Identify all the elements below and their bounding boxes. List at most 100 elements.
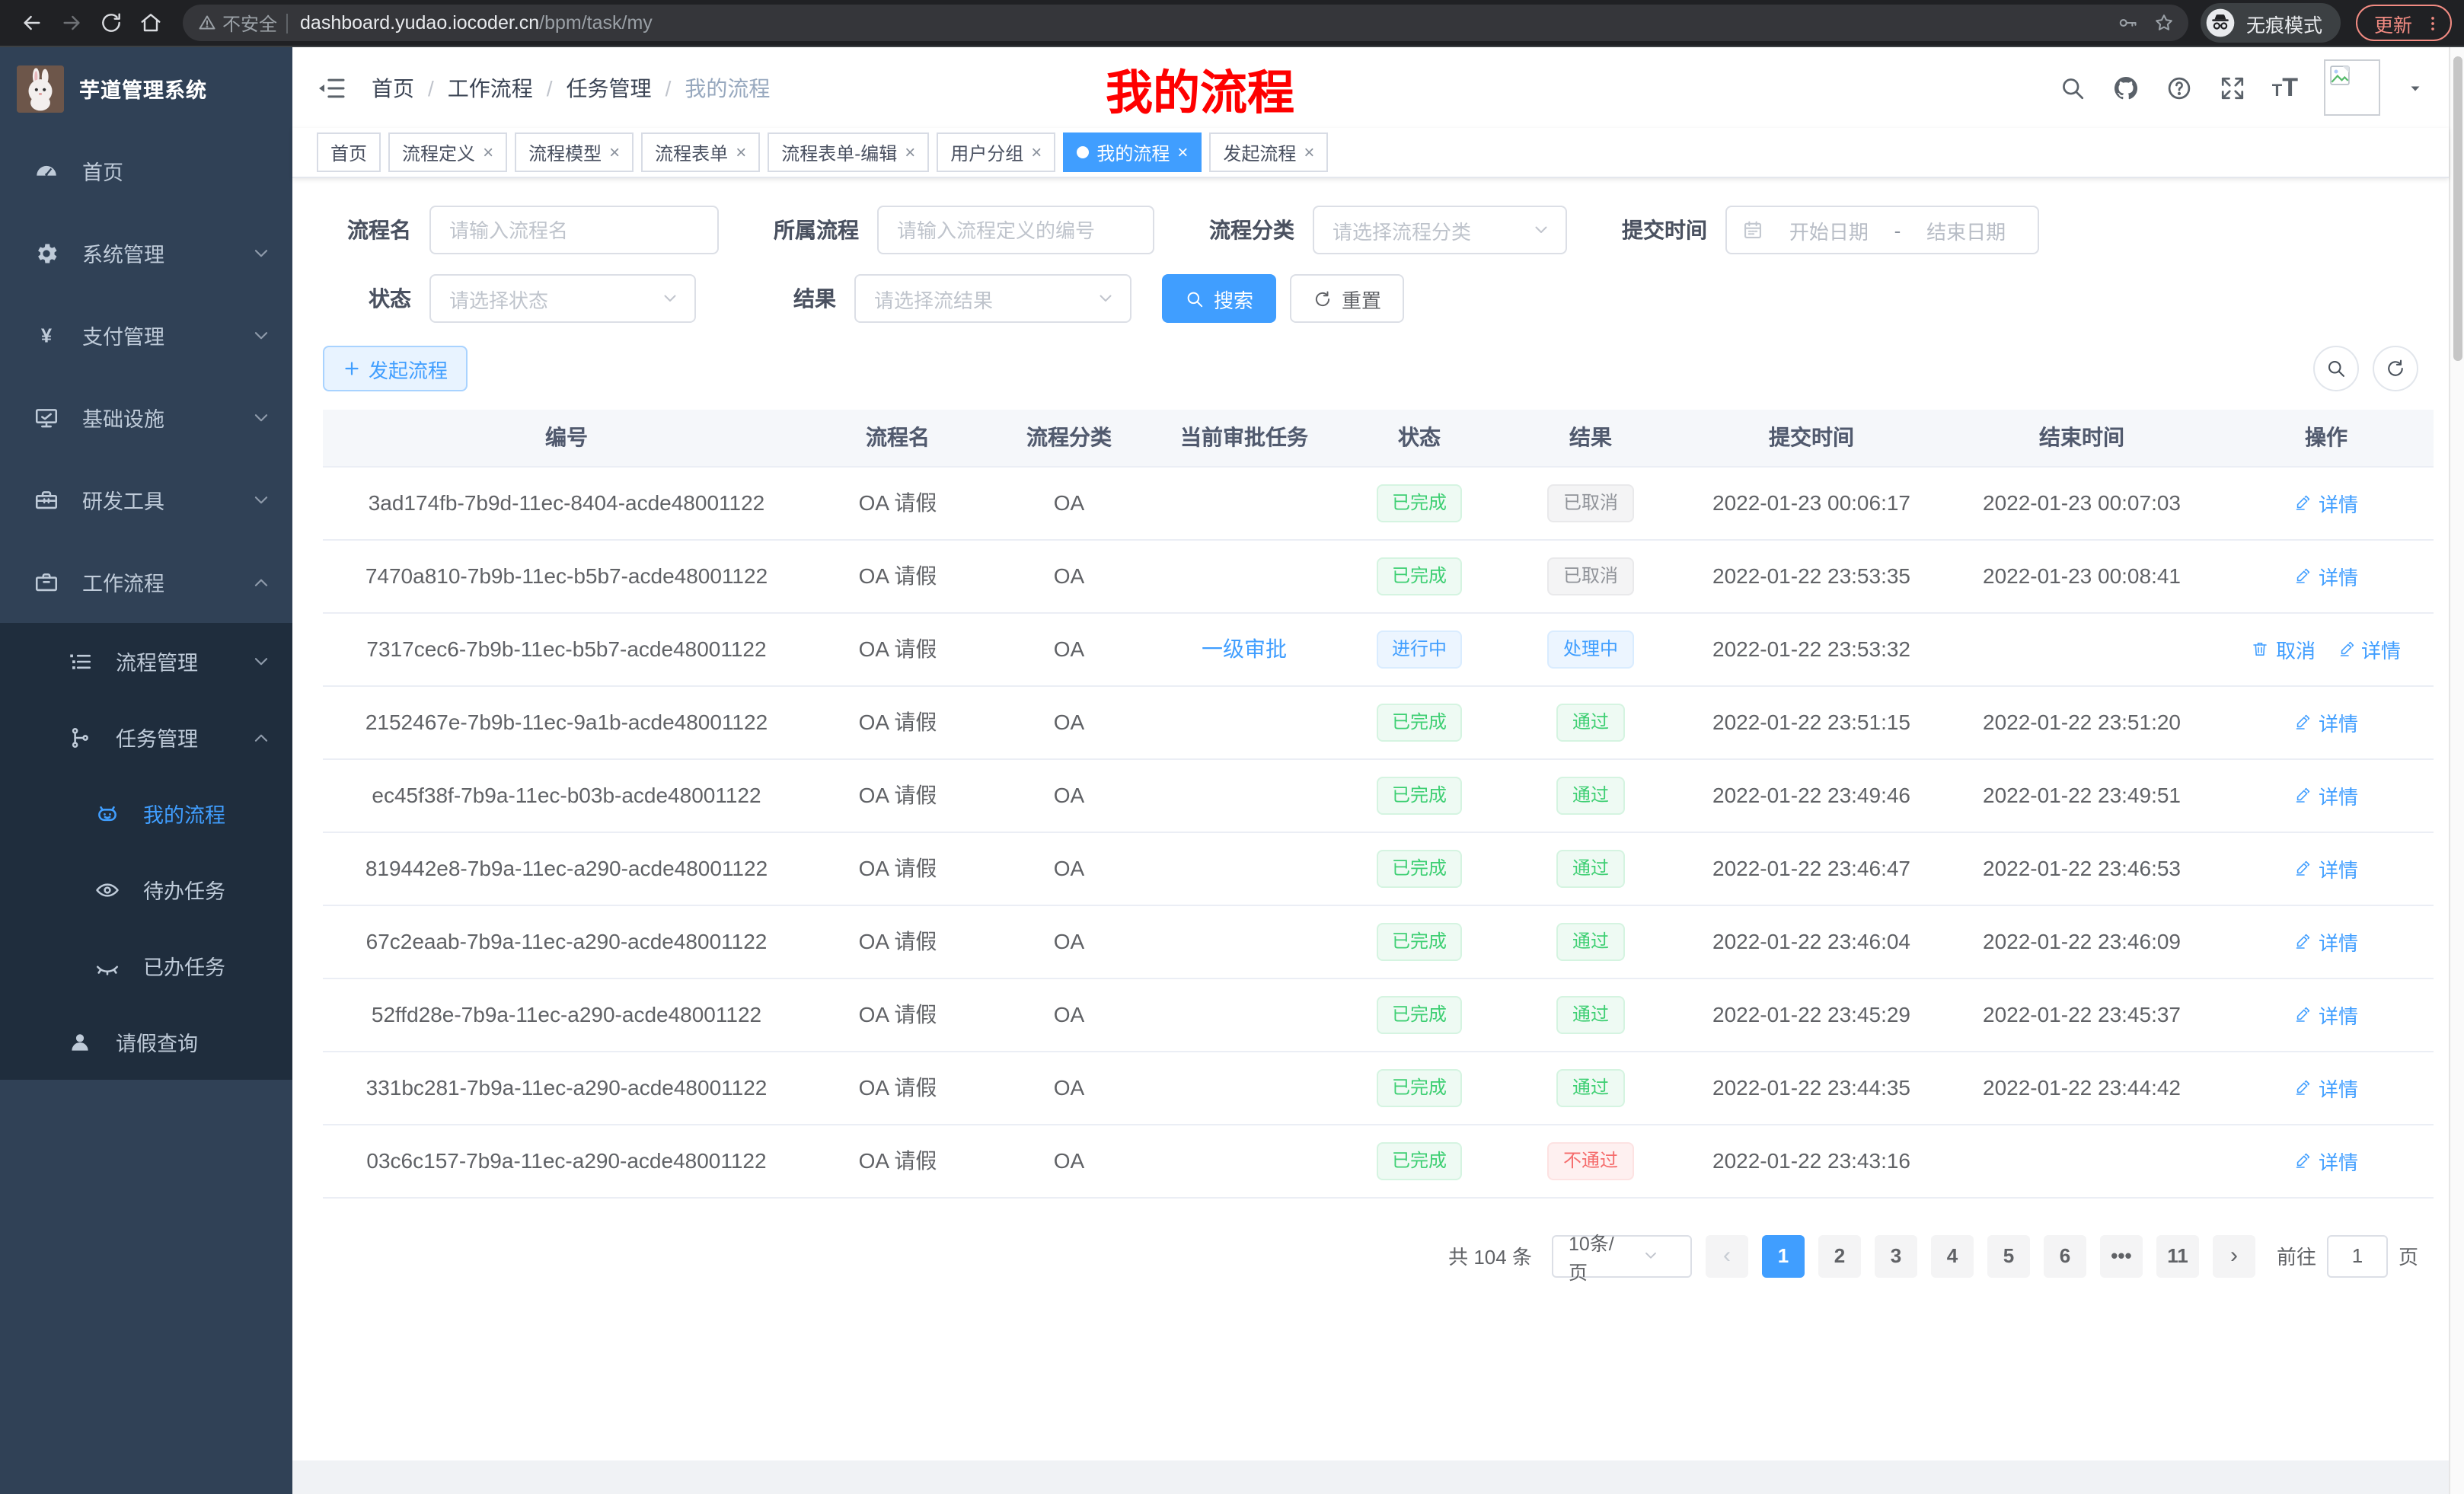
detail-action-link[interactable]: 详情 xyxy=(2294,488,2358,517)
broken-image-icon xyxy=(2328,64,2351,87)
detail-action-link[interactable]: 详情 xyxy=(2337,634,2401,663)
sidebar-item-我的流程[interactable]: 我的流程 xyxy=(0,775,292,851)
sidebar-item-请假查询[interactable]: 请假查询 xyxy=(0,1004,292,1080)
page-button-2[interactable]: 2 xyxy=(1818,1234,1861,1277)
sidebar-item-支付管理[interactable]: ¥支付管理 xyxy=(0,294,292,376)
page-size-select[interactable]: 10条/页 xyxy=(1552,1234,1692,1277)
tab-流程表单-编辑[interactable]: 流程表单-编辑× xyxy=(768,132,929,172)
browser-update-button[interactable]: 更新 xyxy=(2356,5,2452,41)
sidebar-item-流程管理[interactable]: 流程管理 xyxy=(0,623,292,699)
sidebar-item-系统管理[interactable]: 系统管理 xyxy=(0,212,292,294)
breadcrumb-item[interactable]: 任务管理 xyxy=(567,72,652,103)
goto-page-input[interactable] xyxy=(2327,1234,2388,1277)
close-tab-icon[interactable]: × xyxy=(905,143,915,161)
tab-流程定义[interactable]: 流程定义× xyxy=(388,132,507,172)
search-icon[interactable] xyxy=(2059,74,2086,101)
page-button-5[interactable]: 5 xyxy=(1987,1234,2030,1277)
close-tab-icon[interactable]: × xyxy=(1304,143,1314,161)
browser-back-icon[interactable] xyxy=(12,3,52,43)
app-logo-row[interactable]: 芋道管理系统 xyxy=(0,47,292,129)
detail-action-link[interactable]: 详情 xyxy=(2294,927,2358,956)
cell-current-task xyxy=(1153,1124,1336,1197)
cell-status: 已完成 xyxy=(1336,1124,1503,1197)
tab-用户分组[interactable]: 用户分组 × xyxy=(937,132,1055,172)
page-button-4[interactable]: 4 xyxy=(1931,1234,1974,1277)
close-tab-icon[interactable]: × xyxy=(483,143,493,161)
password-key-icon[interactable] xyxy=(2109,5,2146,41)
prev-page-button[interactable]: ‹ xyxy=(1706,1234,1748,1277)
submit-time-range[interactable]: 开始日期 - 结束日期 xyxy=(1725,206,2039,254)
avatar[interactable] xyxy=(2324,59,2380,116)
chevron-down-icon xyxy=(251,325,271,345)
page-button-3[interactable]: 3 xyxy=(1875,1234,1917,1277)
cancel-action-link[interactable]: 取消 xyxy=(2252,634,2316,663)
close-tab-icon[interactable]: × xyxy=(736,143,746,161)
detail-action-link[interactable]: 详情 xyxy=(2294,854,2358,883)
browser-reload-icon[interactable] xyxy=(91,3,131,43)
sidebar-item-研发工具[interactable]: 研发工具 xyxy=(0,458,292,541)
close-tab-icon[interactable]: × xyxy=(609,143,620,161)
github-icon[interactable] xyxy=(2112,74,2140,101)
table-row: 52ffd28e-7b9a-11ec-a290-acde48001122OA 请… xyxy=(323,978,2434,1051)
sidebar-item-基础设施[interactable]: 基础设施 xyxy=(0,376,292,458)
row-actions: 详情 xyxy=(2284,931,2369,955)
close-tab-icon[interactable]: × xyxy=(1177,143,1188,161)
action-label: 详情 xyxy=(2361,634,2401,663)
category-select[interactable]: 请选择流程分类 xyxy=(1313,206,1567,254)
tab-首页[interactable]: 首页 xyxy=(317,132,381,172)
page-button-11[interactable]: 11 xyxy=(2156,1234,2199,1277)
bookmark-star-icon[interactable] xyxy=(2146,5,2182,41)
scrollbar-thumb[interactable] xyxy=(2453,56,2462,361)
tab-我的流程[interactable]: 我的流程 × xyxy=(1063,132,1202,172)
detail-action-link[interactable]: 详情 xyxy=(2294,1073,2358,1102)
not-secure-icon[interactable] xyxy=(198,14,216,32)
avatar-caret-down-icon[interactable] xyxy=(2406,78,2424,97)
tab-label: 流程模型 xyxy=(528,139,602,165)
current-task-link[interactable]: 一级审批 xyxy=(1202,637,1287,661)
sidebar-item-工作流程[interactable]: 工作流程 xyxy=(0,541,292,623)
page-button-6[interactable]: 6 xyxy=(2044,1234,2086,1277)
sidebar-collapse-icon[interactable] xyxy=(317,72,347,103)
tab-流程模型[interactable]: 流程模型 × xyxy=(515,132,634,172)
tab-label: 用户分组 xyxy=(950,139,1023,165)
close-tab-icon[interactable]: × xyxy=(1031,143,1042,161)
browser-home-icon[interactable] xyxy=(131,3,171,43)
font-size-icon[interactable]: TT xyxy=(2272,75,2298,101)
tab-label: 我的流程 xyxy=(1096,139,1170,165)
sidebar-item-首页[interactable]: 首页 xyxy=(0,129,292,212)
svg-text:¥: ¥ xyxy=(41,325,53,346)
detail-action-link[interactable]: 详情 xyxy=(2294,1000,2358,1029)
reset-button[interactable]: 重置 xyxy=(1290,274,1404,323)
next-page-button[interactable]: › xyxy=(2213,1234,2255,1277)
page-button-1[interactable]: 1 xyxy=(1762,1234,1805,1277)
start-date-placeholder[interactable]: 开始日期 xyxy=(1773,215,1885,244)
end-date-placeholder[interactable]: 结束日期 xyxy=(1910,215,2022,244)
address-bar[interactable]: 不安全 dashboard.yudao.iocoder.cn /bpm/task… xyxy=(183,5,2188,41)
detail-action-link[interactable]: 详情 xyxy=(2294,781,2358,809)
tab-流程表单[interactable]: 流程表单× xyxy=(641,132,760,172)
tab-发起流程[interactable]: 发起流程× xyxy=(1209,132,1328,172)
detail-action-link[interactable]: 详情 xyxy=(2294,707,2358,736)
toggle-search-button[interactable] xyxy=(2313,346,2359,391)
detail-action-link[interactable]: 详情 xyxy=(2294,1146,2358,1175)
sidebar-item-任务管理[interactable]: 任务管理 xyxy=(0,699,292,775)
sidebar-item-待办任务[interactable]: 待办任务 xyxy=(0,851,292,927)
breadcrumb-item[interactable]: 工作流程 xyxy=(448,72,533,103)
result-select[interactable]: 请选择流结果 xyxy=(854,274,1131,323)
process-id-input[interactable] xyxy=(877,206,1154,254)
fullscreen-icon[interactable] xyxy=(2219,74,2246,101)
detail-action-link[interactable]: 详情 xyxy=(2294,561,2358,590)
browser-scrollbar[interactable] xyxy=(2449,47,2464,1494)
browser-menu-dots-icon[interactable] xyxy=(2423,13,2443,33)
column-header: 提交时间 xyxy=(1678,410,1945,466)
help-icon[interactable] xyxy=(2166,74,2193,101)
search-button[interactable]: 搜索 xyxy=(1162,274,1276,323)
refresh-table-button[interactable] xyxy=(2373,346,2418,391)
browser-forward-icon[interactable] xyxy=(52,3,91,43)
process-name-input[interactable] xyxy=(429,206,719,254)
create-process-button[interactable]: 发起流程 xyxy=(323,346,468,391)
page-ellipsis-button[interactable]: ••• xyxy=(2100,1234,2143,1277)
sidebar-item-已办任务[interactable]: 已办任务 xyxy=(0,927,292,1004)
status-select[interactable]: 请选择状态 xyxy=(429,274,696,323)
breadcrumb-item[interactable]: 首页 xyxy=(372,72,414,103)
